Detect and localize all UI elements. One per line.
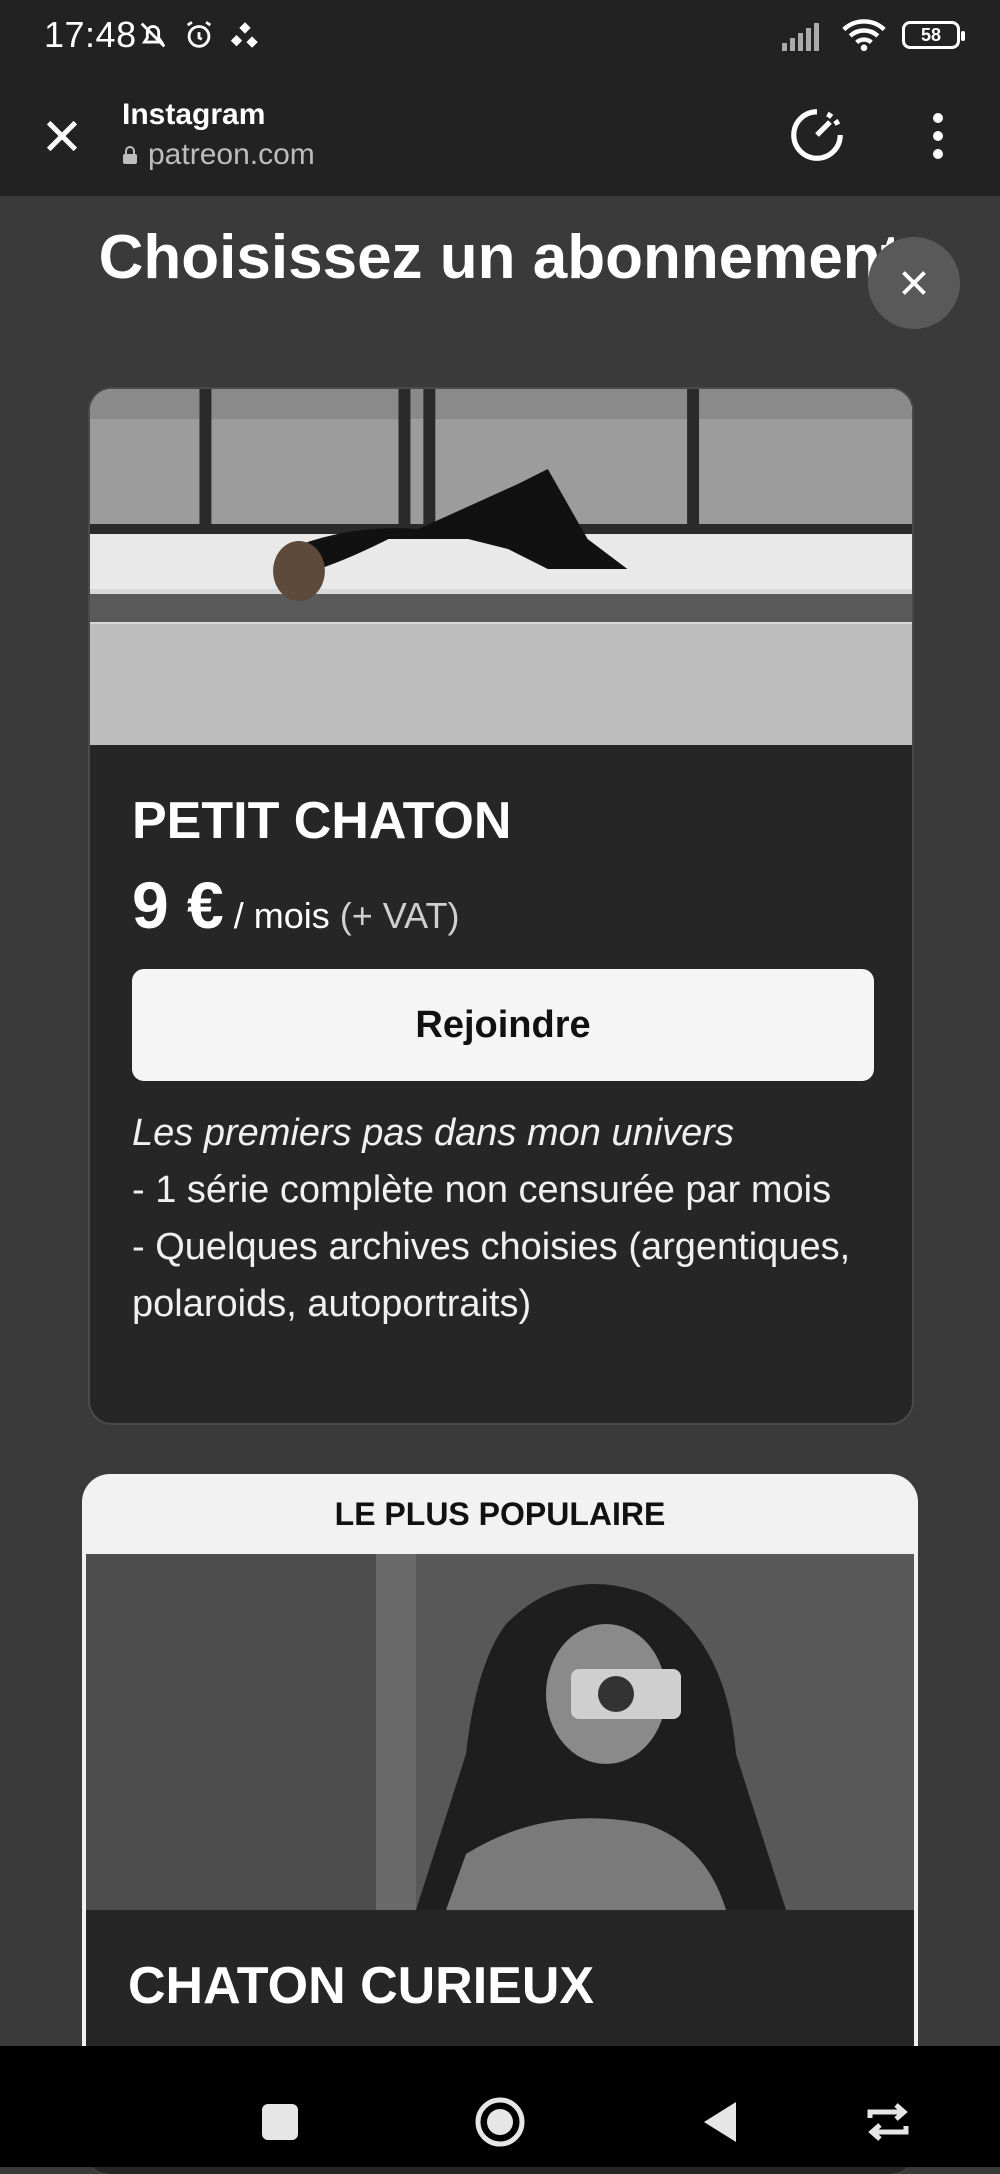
status-icons-left [136, 18, 262, 52]
switch-app-icon[interactable] [864, 2102, 912, 2142]
tier-name: PETIT CHATON [132, 792, 512, 850]
home-button[interactable] [474, 2096, 526, 2148]
browser-title: Instagram [122, 98, 266, 131]
close-icon [902, 271, 926, 295]
wifi-icon [842, 19, 886, 52]
description-line: - Quelques archives choisies (argentique… [132, 1226, 851, 1325]
status-time: 17:48 [44, 14, 137, 55]
close-icon[interactable] [42, 116, 82, 156]
url-text: patreon.com [148, 138, 315, 171]
back-button[interactable] [700, 2100, 740, 2144]
sync-app-icon [230, 22, 258, 48]
tier-price: 9 € / mois (+ VAT) [132, 867, 459, 943]
price-period: / mois [233, 895, 330, 936]
status-icons-right: 58 [782, 18, 965, 52]
bell-off-icon [140, 22, 166, 48]
price-amount: 9 € [132, 868, 224, 942]
description-line: - 1 série complète non censurée par mois [132, 1169, 832, 1211]
price-vat: (+ VAT) [339, 895, 460, 936]
status-bar: 17:48 58 [0, 0, 1000, 72]
lock-icon [123, 146, 137, 164]
browser-url: patreon.com [122, 138, 315, 172]
browser-header: Instagram patreon.com [0, 72, 1000, 196]
tier-description: Les premiers pas dans mon univers - 1 sé… [132, 1105, 882, 1333]
tier-card: PETIT CHATON 9 € / mois (+ VAT) Rejoindr… [88, 387, 914, 1425]
battery-icon: 58 [902, 21, 965, 49]
recents-button[interactable] [262, 2104, 298, 2140]
battery-level: 58 [920, 24, 942, 45]
speedometer-icon[interactable] [786, 104, 848, 166]
navigation-bar [0, 2046, 1000, 2167]
join-button[interactable]: Rejoindre [132, 969, 874, 1081]
tier-name: CHATON CURIEUX [128, 1957, 595, 2015]
page-title: Choisissez un abonnement [98, 223, 902, 292]
description-title: Les premiers pas dans mon univers [132, 1112, 734, 1154]
more-menu-icon[interactable] [930, 112, 946, 160]
tier-image [90, 389, 912, 745]
popular-badge: LE PLUS POPULAIRE [334, 1495, 666, 1532]
modal-close-button[interactable] [868, 237, 960, 329]
signal-icon [782, 23, 819, 51]
tier-image [86, 1554, 914, 1910]
alarm-icon [186, 21, 212, 48]
